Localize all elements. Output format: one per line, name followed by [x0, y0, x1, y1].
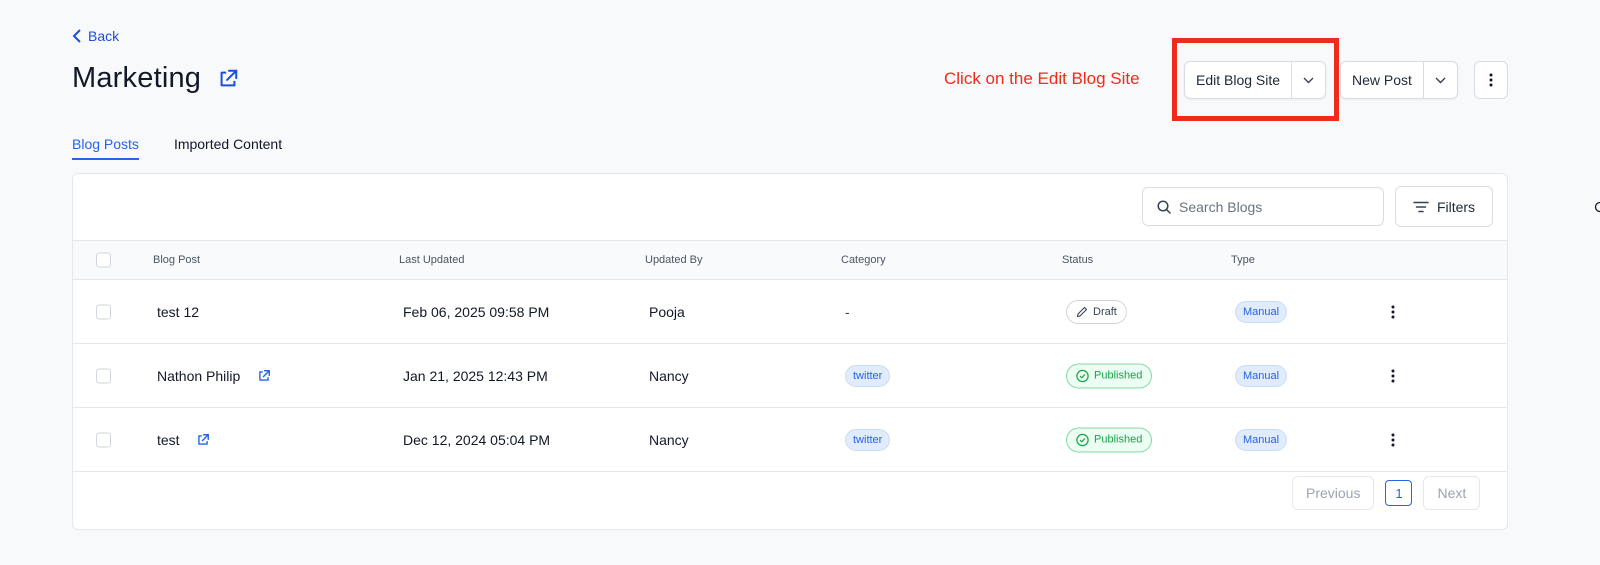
column-header-type: Type — [1231, 254, 1255, 266]
category-empty: - — [845, 303, 850, 320]
row-kebab-icon[interactable] — [1391, 433, 1395, 447]
blog-post-title[interactable]: test 12 — [157, 304, 199, 320]
type-badge: Manual — [1235, 428, 1288, 451]
previous-page-button[interactable]: Previous — [1292, 476, 1375, 510]
chevron-down-icon — [1435, 77, 1446, 83]
next-page-button[interactable]: Next — [1423, 476, 1481, 510]
search-icon — [1157, 199, 1171, 214]
column-header-category: Category — [841, 254, 886, 266]
blog-post-title[interactable]: test — [157, 432, 180, 448]
updated-by: Nancy — [649, 367, 689, 384]
pencil-icon — [1076, 306, 1088, 317]
new-post-button[interactable]: New Post — [1341, 62, 1423, 98]
column-header-blog-post: Blog Post — [153, 254, 201, 266]
external-link-icon[interactable] — [257, 369, 271, 383]
status-badge: Published — [1066, 427, 1153, 452]
row-checkbox[interactable] — [96, 368, 111, 383]
column-header-updated-by: Updated By — [645, 254, 703, 266]
column-header-last-updated: Last Updated — [399, 254, 465, 266]
tab-imported-content[interactable]: Imported Content — [174, 136, 282, 160]
filters-label: Filters — [1436, 198, 1476, 215]
tabs: Blog Posts Imported Content — [72, 136, 282, 160]
select-all-checkbox[interactable] — [96, 252, 111, 268]
more-options-button[interactable] — [1474, 61, 1508, 99]
type-badge: Manual — [1235, 300, 1288, 323]
table-row: test 12 Feb 06, 2025 09:58 PM Pooja - Dr… — [73, 280, 1507, 344]
table-row: Nathon Philip Jan 21, 2025 12:43 PM Nanc… — [73, 344, 1507, 408]
search-input[interactable] — [1179, 198, 1369, 215]
filter-icon — [1413, 201, 1429, 212]
cursor-icon — [1594, 201, 1600, 213]
last-updated: Feb 06, 2025 09:58 PM — [403, 303, 550, 320]
new-post-button-group: New Post — [1340, 61, 1458, 99]
kebab-icon — [1489, 73, 1493, 87]
row-checkbox[interactable] — [96, 432, 111, 447]
category-badge: twitter — [845, 428, 891, 451]
annotation-highlight-box — [1172, 38, 1339, 121]
page-title: Marketing — [72, 62, 202, 94]
check-circle-icon — [1076, 369, 1089, 382]
column-header-status: Status — [1062, 254, 1094, 266]
type-badge: Manual — [1235, 364, 1288, 387]
page-number-button[interactable]: 1 — [1385, 480, 1413, 506]
external-link-icon[interactable] — [196, 433, 210, 447]
pagination: Previous 1 Next — [1292, 476, 1481, 510]
tab-blog-posts[interactable]: Blog Posts — [72, 136, 139, 160]
table-header: Blog Post Last Updated Updated By Catego… — [73, 240, 1507, 280]
row-kebab-icon[interactable] — [1391, 369, 1395, 383]
updated-by: Nancy — [649, 431, 689, 448]
table-row: test Dec 12, 2024 05:04 PM Nancy twitter… — [73, 408, 1507, 472]
status-badge: Published — [1066, 363, 1153, 388]
row-checkbox[interactable] — [96, 304, 111, 319]
instruction-annotation: Click on the Edit Blog Site — [944, 69, 1140, 88]
back-label: Back — [88, 28, 120, 44]
filters-button[interactable]: Filters — [1395, 186, 1493, 227]
status-badge: Draft — [1066, 299, 1127, 324]
row-kebab-icon[interactable] — [1391, 305, 1395, 319]
check-circle-icon — [1076, 433, 1089, 446]
updated-by: Pooja — [649, 303, 685, 320]
last-updated: Jan 21, 2025 12:43 PM — [403, 367, 548, 384]
external-link-icon[interactable] — [217, 68, 239, 90]
search-box — [1142, 187, 1384, 226]
chevron-left-icon — [72, 29, 81, 43]
last-updated: Dec 12, 2024 05:04 PM — [403, 431, 551, 448]
blog-posts-table-card: Filters Blog Post Last Updated Updated B… — [72, 173, 1508, 530]
back-link[interactable]: Back — [72, 28, 119, 44]
category-badge: twitter — [845, 364, 891, 387]
new-post-dropdown-button[interactable] — [1422, 62, 1457, 98]
blog-post-title[interactable]: Nathon Philip — [157, 368, 240, 384]
